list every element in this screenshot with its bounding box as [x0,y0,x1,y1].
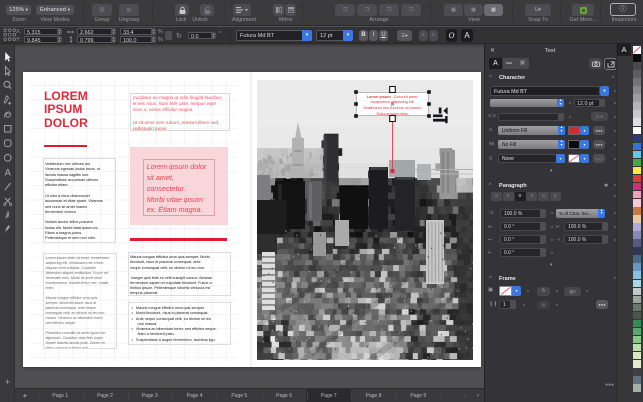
svg-text:+: + [5,377,10,387]
svg-text:A: A [5,168,11,178]
